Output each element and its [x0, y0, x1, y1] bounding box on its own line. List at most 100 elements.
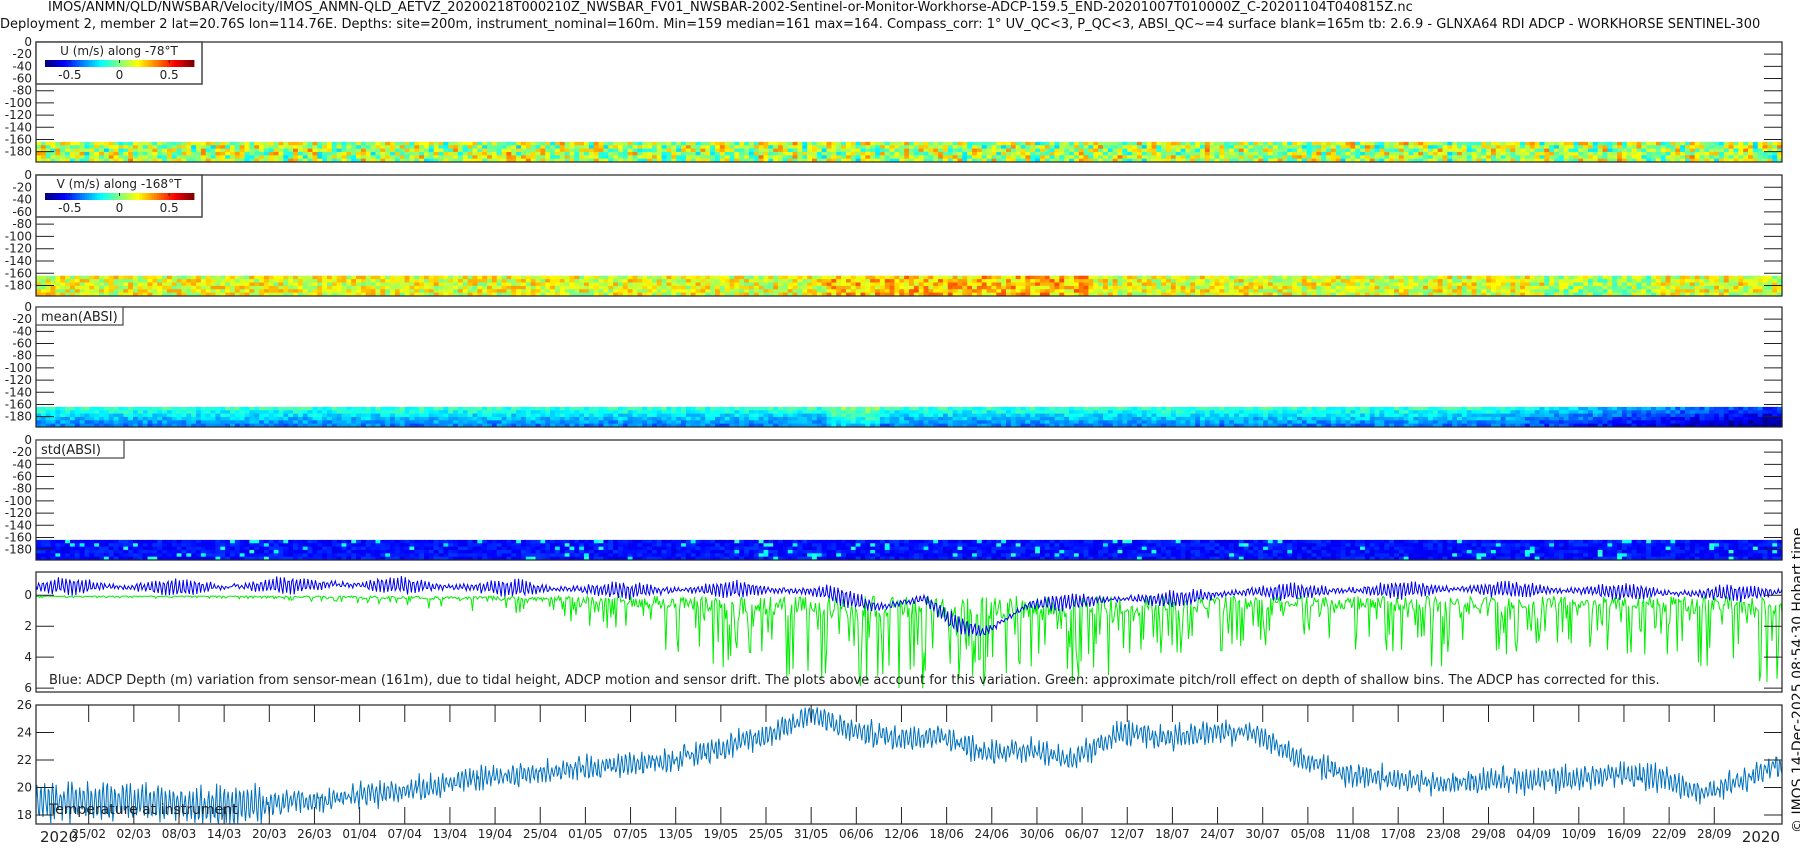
heatmap-cell [462, 148, 469, 153]
heatmap-cell [365, 406, 372, 411]
heatmap-cell [239, 148, 246, 153]
heatmap-cell [99, 145, 105, 150]
heatmap-cell [1258, 148, 1264, 153]
heatmap-cell [1491, 145, 1497, 150]
heatmap-cell [491, 285, 498, 290]
heatmap-cell [69, 151, 76, 156]
heatmap-cell [171, 141, 178, 146]
heatmap-cell [860, 282, 866, 287]
heatmap-cell [734, 155, 740, 160]
heatmap-cell [1243, 289, 1250, 294]
heatmap-cell [1107, 279, 1114, 283]
heatmap-cell [1529, 275, 1536, 280]
heatmap-cell [1583, 148, 1589, 153]
heatmap-cell [331, 141, 338, 146]
heatmap-cell [419, 282, 425, 287]
heatmap-cell [622, 285, 629, 290]
heatmap-cell [200, 413, 207, 418]
heatmap-cell [65, 285, 71, 290]
heatmap-cell [957, 141, 963, 146]
heatmap-cell [991, 145, 997, 150]
heatmap-cell [74, 416, 81, 421]
heatmap-cell [1748, 155, 1754, 160]
heatmap-cell [375, 410, 381, 415]
heatmap-cell [128, 406, 134, 411]
heatmap-cell [734, 145, 740, 150]
heatmap-cell [1398, 285, 1405, 290]
heatmap-cell [530, 155, 537, 160]
heatmap-cell [385, 155, 391, 160]
heatmap-cell [394, 410, 401, 415]
heatmap-cell [1709, 275, 1715, 280]
heatmap-cell [162, 275, 168, 280]
heatmap-cell [724, 151, 731, 156]
heatmap-cell [1743, 282, 1749, 287]
heatmap-cell [1539, 145, 1545, 150]
heatmap-cell [404, 282, 411, 287]
heatmap-cell [603, 151, 609, 156]
heatmap-cell [113, 410, 120, 415]
heatmap-cell [390, 151, 396, 156]
heatmap-cell [365, 145, 372, 150]
heatmap-cell [1374, 151, 1381, 156]
heatmap-cell [152, 420, 158, 425]
heatmap-cell [627, 279, 634, 283]
heatmap-cell [394, 406, 401, 411]
heatmap-cell [564, 285, 571, 290]
heatmap-cell [341, 413, 347, 418]
heatmap-cell [1350, 275, 1356, 280]
heatmap-cell [812, 275, 818, 280]
heatmap-cell [976, 279, 983, 283]
heatmap-cell [414, 275, 420, 280]
heatmap-cell [1001, 151, 1007, 156]
heatmap-cell [598, 282, 605, 287]
heatmap-cell [1272, 275, 1279, 280]
heatmap-cell [1408, 279, 1414, 283]
heatmap-cell [831, 141, 837, 146]
heatmap-cell [89, 406, 95, 411]
heatmap-cell [618, 275, 624, 280]
heatmap-cell [671, 275, 677, 280]
heatmap-cell [1364, 289, 1371, 294]
heatmap-cell [1752, 145, 1759, 150]
heatmap-cell [457, 279, 464, 283]
heatmap-cell [1457, 148, 1463, 153]
heatmap-cell [1316, 148, 1322, 153]
heatmap-cell [613, 289, 619, 294]
heatmap-cell [1335, 145, 1342, 150]
heatmap-cell [1573, 155, 1579, 160]
heatmap-cell [1617, 282, 1623, 287]
heatmap-cell [89, 148, 95, 153]
heatmap-cell [327, 413, 333, 418]
heatmap-cell [1646, 155, 1652, 160]
heatmap-cell [113, 413, 120, 418]
heatmap-cell [225, 285, 231, 290]
colorbar-swatch [136, 60, 140, 67]
heatmap-cell [550, 285, 556, 290]
heatmap-cell [1471, 282, 1478, 287]
heatmap-cell [1379, 151, 1385, 156]
heatmap-cell [841, 285, 847, 290]
heatmap-cell [327, 416, 333, 421]
heatmap-cell [65, 279, 71, 283]
heatmap-cell [249, 289, 255, 294]
heatmap-cell [152, 275, 158, 280]
heatmap-cell [1200, 289, 1206, 294]
heatmap-cell [967, 285, 973, 290]
heatmap-cell [453, 282, 459, 287]
heatmap-cell [55, 155, 61, 160]
heatmap-cell [1510, 141, 1516, 146]
heatmap-cell [297, 289, 304, 294]
heatmap-cell [1384, 285, 1390, 290]
heatmap-cell [952, 155, 959, 160]
heatmap-cell [933, 151, 939, 156]
heatmap-cell [244, 410, 250, 415]
heatmap-cell [157, 289, 163, 294]
heatmap-cell [1418, 141, 1424, 146]
heatmap-cell [1030, 279, 1036, 283]
heatmap-cell [443, 145, 449, 150]
heatmap-cell [1651, 285, 1657, 290]
heatmap-cell [157, 151, 163, 156]
heatmap-cell [443, 151, 449, 156]
heatmap-cell [1612, 151, 1618, 156]
